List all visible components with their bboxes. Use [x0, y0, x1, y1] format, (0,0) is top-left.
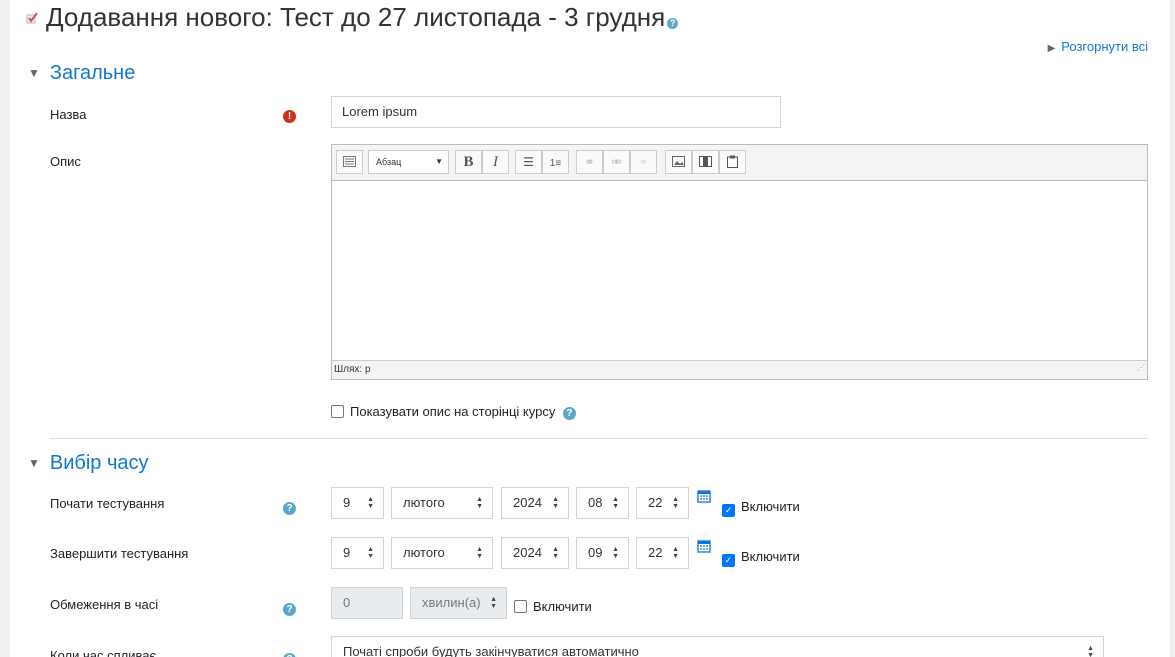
help-icon[interactable]: ? [283, 498, 296, 516]
updown-icon: ▲ ▼ [476, 546, 483, 560]
format-select-value: Абзац [376, 157, 402, 167]
unlink-button[interactable]: ⚮ [603, 150, 630, 174]
expire-label: Коли час спливає [50, 648, 157, 657]
updown-icon: ▲ ▼ [672, 496, 679, 510]
calendar-icon[interactable] [697, 489, 711, 503]
help-icon[interactable]: ? [562, 407, 576, 420]
time-limit-unit-select[interactable]: хвилин(а) ▲ ▼ [410, 587, 507, 619]
bullet-list-button[interactable]: ☰ [515, 150, 542, 174]
expand-all-link[interactable]: ▶ Розгорнути всі [1048, 39, 1148, 54]
caret-down-icon: ▼ [435, 157, 443, 166]
image-button[interactable] [665, 150, 692, 174]
unlink-icon: ⚮ [611, 155, 622, 169]
open-enable-checkbox[interactable]: ✓ Включити [722, 499, 800, 517]
checkbox-unchecked[interactable] [331, 405, 344, 418]
clipboard-icon [727, 155, 738, 168]
link-icon: ⚭ [584, 155, 595, 169]
name-label: Назва [50, 107, 87, 122]
film-icon [699, 156, 712, 167]
open-month-select[interactable]: лютого ▲ ▼ [391, 487, 493, 519]
italic-button[interactable]: I [482, 150, 509, 174]
updown-icon: ▲ ▼ [612, 546, 619, 560]
numbered-list-button[interactable]: 1≡ [542, 150, 569, 174]
keyboard-icon [343, 156, 356, 167]
updown-icon: ▲ ▼ [672, 546, 679, 560]
time-limit-enable-checkbox[interactable]: Включити [514, 599, 592, 614]
updown-icon: ▲ ▼ [367, 546, 374, 560]
open-hour-select[interactable]: 08 ▲ ▼ [576, 487, 629, 519]
updown-icon: ▲ ▼ [1087, 645, 1094, 657]
updown-icon: ▲ ▼ [367, 496, 374, 510]
close-minute-select[interactable]: 22 ▲ ▼ [636, 537, 689, 569]
page-title-text: Додавання нового: Тест до 27 листопада -… [46, 2, 666, 32]
open-day-select[interactable]: 9 ▲ ▼ [331, 487, 384, 519]
media-button[interactable] [692, 150, 719, 174]
quiz-icon [26, 12, 38, 24]
updown-icon: ▲ ▼ [476, 496, 483, 510]
editor-toolbar: Абзац ▼ B I ☰ 1≡ ⚭ ⚮ ⚭ [332, 145, 1147, 181]
expire-behaviour-select[interactable]: Початі спроби будуть закінчуватися автом… [331, 636, 1104, 657]
editor-path: Шлях: p [334, 364, 371, 375]
time-limit-enable-label: Включити [533, 599, 592, 614]
help-icon[interactable]: ? [667, 18, 679, 29]
section-timing-heading: Вибір часу [49, 452, 149, 474]
checkbox-unchecked[interactable] [514, 600, 527, 613]
section-general-heading: Загальне [49, 62, 136, 84]
updown-icon: ▲ ▼ [612, 496, 619, 510]
updown-icon: ▲ ▼ [490, 596, 497, 610]
editor-statusbar: Шлях: p ⋰ [332, 360, 1147, 379]
triangle-right-icon: ▶ [1047, 43, 1056, 54]
calendar-icon[interactable] [697, 539, 711, 553]
section-timing-toggle[interactable]: ▼ Вибір часу [28, 452, 149, 475]
expand-all-label: Розгорнути всі [1061, 39, 1148, 54]
link-button[interactable]: ⚭ [576, 150, 603, 174]
updown-icon: ▲ ▼ [552, 496, 559, 510]
caret-down-icon: ▼ [28, 66, 40, 80]
close-hour-select[interactable]: 09 ▲ ▼ [576, 537, 629, 569]
help-icon[interactable]: ? [283, 649, 296, 657]
section-general-toggle[interactable]: ▼ Загальне [28, 62, 135, 85]
required-icon: ! [283, 106, 296, 124]
name-input[interactable]: Lorem ipsum [331, 96, 781, 128]
close-year-select[interactable]: 2024 ▲ ▼ [501, 537, 569, 569]
close-enable-checkbox[interactable]: ✓ Включити [722, 549, 800, 567]
time-limit-label: Обмеження в часі [50, 597, 159, 612]
show-description-label: Показувати опис на сторінці курсу [350, 404, 556, 419]
open-enable-label: Включити [741, 499, 800, 514]
bullet-list-icon: ☰ [523, 155, 534, 169]
open-minute-select[interactable]: 22 ▲ ▼ [636, 487, 689, 519]
checkbox-checked[interactable]: ✓ [722, 554, 735, 567]
checkbox-checked[interactable]: ✓ [722, 504, 735, 517]
page-title: Додавання нового: Тест до 27 листопада -… [26, 2, 679, 33]
numbered-list-icon: 1≡ [549, 158, 562, 169]
bold-button[interactable]: B [455, 150, 482, 174]
open-year-select[interactable]: 2024 ▲ ▼ [501, 487, 569, 519]
anchor-button[interactable]: ⚭ [630, 150, 657, 174]
close-date-label: Завершити тестування [50, 546, 189, 561]
editor-content-area[interactable] [332, 181, 1147, 361]
section-divider [50, 438, 1148, 439]
show-description-checkbox[interactable]: Показувати опис на сторінці курсу ? [331, 404, 576, 420]
help-icon[interactable]: ? [283, 599, 296, 617]
updown-icon: ▲ ▼ [552, 546, 559, 560]
description-label: Опис [50, 154, 81, 169]
format-select[interactable]: Абзац ▼ [368, 150, 449, 174]
close-enable-label: Включити [741, 549, 800, 564]
close-month-select[interactable]: лютого ▲ ▼ [391, 537, 493, 569]
description-editor: Абзац ▼ B I ☰ 1≡ ⚭ ⚮ ⚭ Шлях: p ⋰ [331, 144, 1148, 380]
resize-grip-icon[interactable]: ⋰ [1137, 359, 1145, 377]
time-limit-input[interactable]: 0 [331, 587, 403, 619]
page: Додавання нового: Тест до 27 листопада -… [10, 0, 1170, 657]
close-day-select[interactable]: 9 ▲ ▼ [331, 537, 384, 569]
image-icon [672, 156, 685, 167]
anchor-icon: ⚭ [638, 155, 649, 169]
caret-down-icon: ▼ [28, 456, 40, 470]
file-manager-button[interactable] [719, 150, 746, 174]
open-date-label: Почати тестування [50, 496, 165, 511]
toolbar-toggle-button[interactable] [336, 150, 363, 174]
